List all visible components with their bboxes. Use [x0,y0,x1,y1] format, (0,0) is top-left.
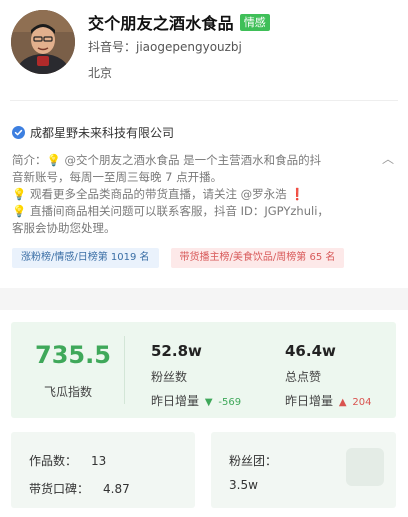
rank-badge-sales[interactable]: 带货播主榜/美食饮品/周榜第 65 名 [170,248,345,268]
likes-value: 46.4w [285,342,336,360]
category-tag: 情感 [239,13,270,31]
triangle-up-icon: ▲ [338,397,347,408]
likes-stat[interactable]: 46.4w 总点赞 昨日增量 ▲ 204 [285,322,395,418]
sales-rating: 带货口碑： 4.87 [29,480,130,497]
intro-line: 💡 观看更多全品类商品的带货直播，请关注 @罗永浩 ❗ [12,187,305,201]
rank-badge-fans[interactable]: 涨粉榜/情感/日榜第 1019 名 [12,248,159,268]
works-value: 13 [91,454,107,468]
company-verification: 成都星野未来科技有限公司 [12,124,174,141]
fans-label: 粉丝数 [151,370,188,384]
fans-stat[interactable]: 52.8w 粉丝数 昨日增量 ▼ -569 [151,322,271,418]
avatar-image [11,10,75,74]
likes-delta-label: 昨日增量 [285,394,334,408]
works-count: 作品数： 13 [29,452,106,469]
rating-value: 4.87 [103,482,130,496]
fan-group-icon [346,448,384,486]
triangle-down-icon: ▼ [204,397,213,408]
section-separator [0,288,408,310]
fans-delta-value: -569 [218,397,242,408]
profile-intro: 简介：💡 @交个朋友之酒水食品 是一个主营酒水和食品的抖 音新账号，每周一至周三… [12,152,380,237]
verified-check-icon [12,126,25,139]
intro-line: 客服会协助您处理。 [12,221,116,235]
likes-delta: 昨日增量 ▲ 204 [285,392,371,409]
douyin-id: 抖音号：jiaogepengyouzbj [88,40,242,54]
rank-badges: 涨粉榜/情感/日榜第 1019 名 带货播主榜/美食饮品/周榜第 65 名 [12,248,345,268]
divider [10,100,398,101]
chevron-up-icon[interactable]: ︿ [382,150,394,167]
location: 北京 [88,66,113,80]
likes-label: 总点赞 [285,370,322,384]
company-name: 成都星野未来科技有限公司 [30,126,175,140]
intro-line: 简介：💡 @交个朋友之酒水食品 是一个主营酒水和食品的抖 [12,153,322,167]
feigua-score[interactable]: 735.5 飞瓜指数 [11,322,123,418]
fan-group-card[interactable]: 粉丝团： 3.5w [211,432,396,508]
likes-delta-value: 204 [352,397,372,408]
account-name: 交个朋友之酒水食品 [88,14,234,33]
fans-delta-label: 昨日增量 [151,394,200,408]
fan-group-label: 粉丝团： [229,454,278,468]
profile-title-row: 交个朋友之酒水食品 情感 [88,10,270,34]
divider [124,336,125,404]
stats-card: 735.5 飞瓜指数 52.8w 粉丝数 昨日增量 ▼ -569 46.4w 总… [11,322,396,418]
works-card[interactable]: 作品数： 13 带货口碑： 4.87 [11,432,195,508]
intro-line: 音新账号，每周一至周三每晚 7 点开播。 [12,170,223,184]
intro-line: 💡 直播间商品相关问题可以联系客服，抖音 ID：JGPYzhuli， [12,204,329,218]
fans-value: 52.8w [151,342,202,360]
rating-label: 带货口碑： [29,482,90,496]
fans-delta: 昨日增量 ▼ -569 [151,392,241,409]
score-value: 735.5 [35,341,111,369]
fan-group-value: 3.5w [229,478,258,492]
works-label: 作品数： [29,454,78,468]
avatar[interactable] [11,10,75,74]
score-label: 飞瓜指数 [44,385,93,399]
